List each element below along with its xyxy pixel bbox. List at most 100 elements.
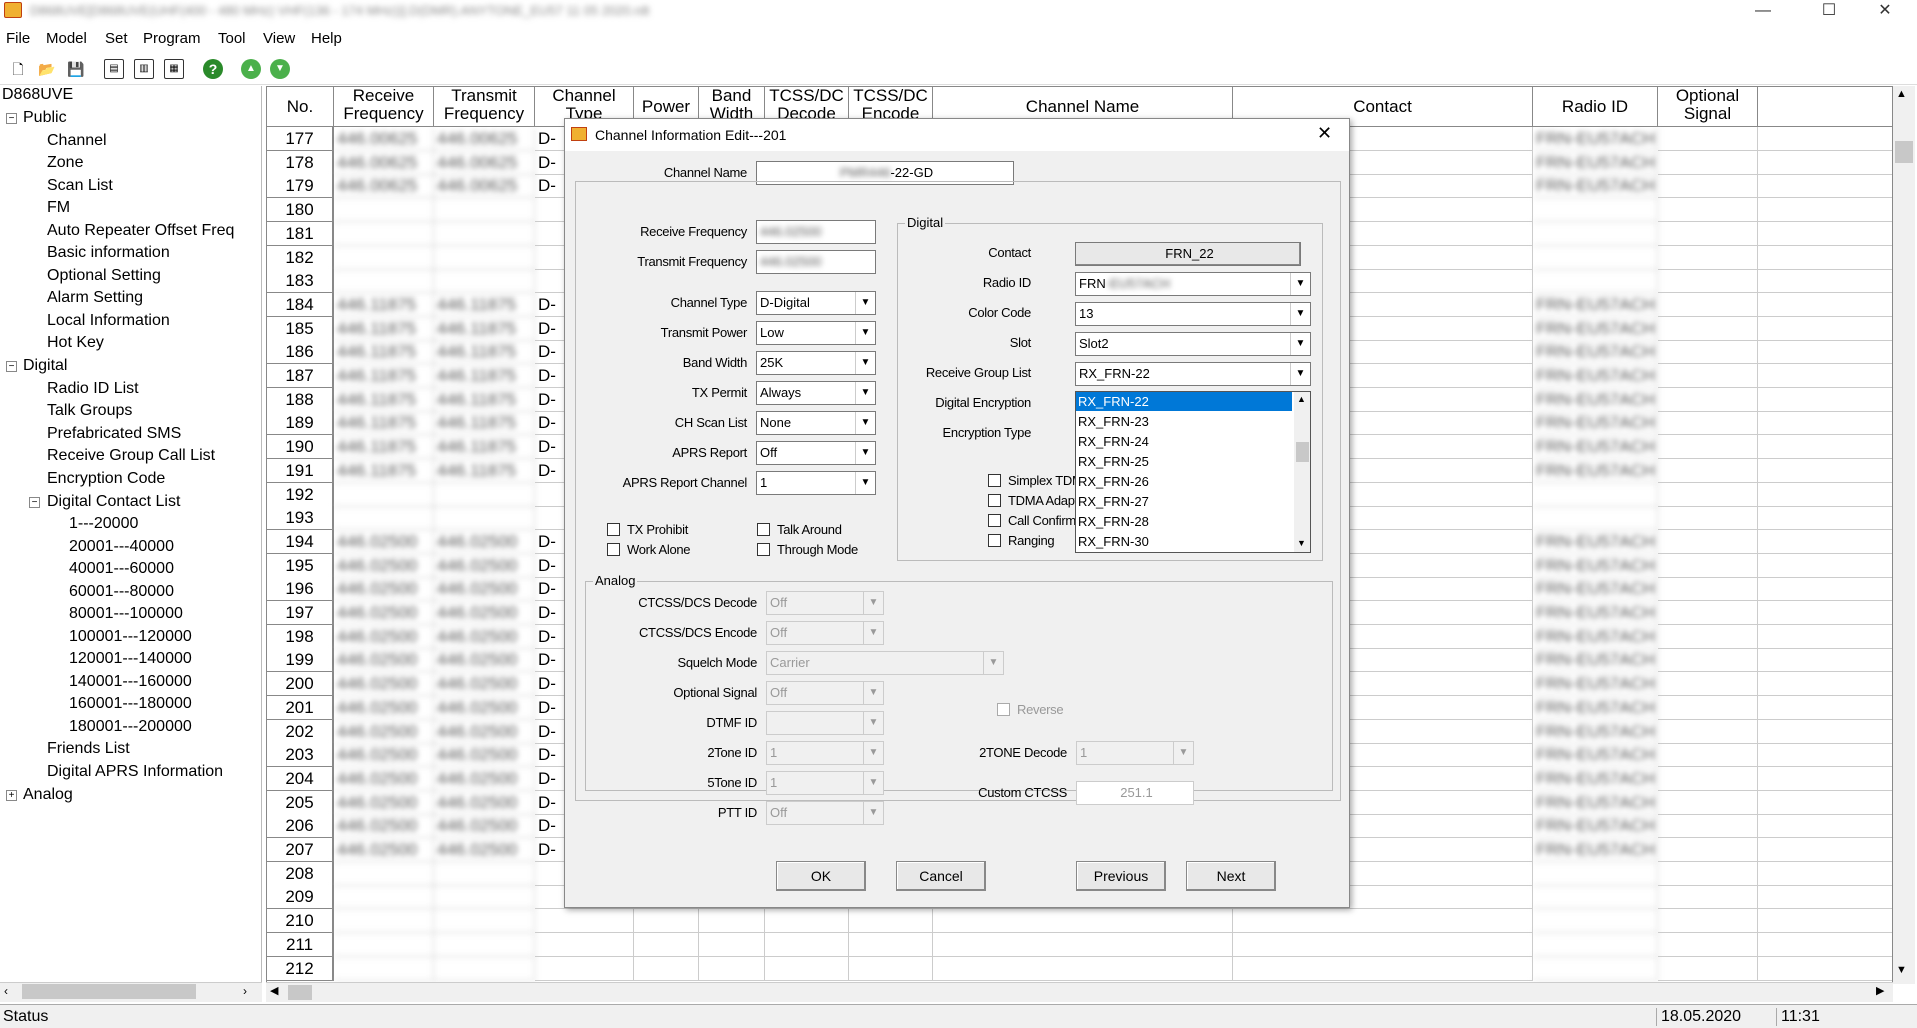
cell-tcss-encode[interactable] bbox=[849, 956, 933, 981]
cell-rx[interactable]: 446.00625 bbox=[334, 150, 434, 175]
tree-root[interactable]: D868UVE bbox=[2, 86, 73, 104]
row-number[interactable]: 191 bbox=[267, 458, 334, 483]
tree-item-contact-range[interactable]: 100001---120000 bbox=[69, 628, 192, 646]
cell-radio-id[interactable] bbox=[1533, 269, 1658, 294]
cell-tx[interactable] bbox=[434, 221, 535, 246]
cell-extra[interactable] bbox=[1758, 459, 1892, 483]
tree-item-local-info[interactable]: Local Information bbox=[47, 312, 170, 330]
chevron-down-icon[interactable]: ▼ bbox=[855, 442, 875, 464]
dropdown-scroll-thumb[interactable] bbox=[1296, 442, 1309, 462]
cell-radio-id[interactable]: FRN-EU57ACH bbox=[1533, 838, 1658, 862]
cell-rx[interactable] bbox=[334, 245, 434, 270]
cell-extra[interactable] bbox=[1758, 767, 1892, 791]
cell-optional-signal[interactable] bbox=[1658, 790, 1758, 815]
cell-extra[interactable] bbox=[1758, 933, 1892, 957]
cell-radio-id[interactable]: FRN-EU57ACH bbox=[1533, 719, 1658, 744]
cell-extra[interactable] bbox=[1758, 364, 1892, 388]
cell-rx[interactable]: 446.11875 bbox=[334, 458, 434, 483]
row-number[interactable]: 200 bbox=[267, 672, 334, 697]
cell-tx[interactable] bbox=[434, 932, 535, 957]
cell-extra[interactable] bbox=[1758, 648, 1892, 673]
tree-item-radio-id-list[interactable]: Radio ID List bbox=[47, 380, 139, 398]
dropdown-option[interactable]: RX_FRN-25 bbox=[1076, 452, 1292, 471]
tree-item-contact-range[interactable]: 120001---140000 bbox=[69, 650, 192, 668]
cancel-button[interactable]: Cancel bbox=[896, 861, 986, 891]
cell-rx[interactable] bbox=[334, 269, 434, 294]
next-button[interactable]: Next bbox=[1186, 861, 1276, 891]
tree-item-contact-range[interactable]: 140001---160000 bbox=[69, 673, 192, 691]
cell-tx[interactable]: 446.11875 bbox=[434, 340, 535, 365]
cell-contact[interactable] bbox=[1233, 909, 1533, 934]
cell-type[interactable] bbox=[535, 932, 634, 957]
cell-tx[interactable] bbox=[434, 506, 535, 531]
move-down-icon[interactable]: ▼ bbox=[270, 59, 290, 79]
cell-contact[interactable] bbox=[1233, 932, 1533, 957]
cell-radio-id[interactable]: FRN-EU57ACH bbox=[1533, 387, 1658, 412]
tree-item-basic-info[interactable]: Basic information bbox=[47, 244, 170, 262]
cell-radio-id[interactable] bbox=[1533, 956, 1658, 981]
chevron-down-icon[interactable]: ▼ bbox=[863, 622, 883, 644]
cell-extra[interactable] bbox=[1758, 293, 1892, 317]
cell-rx[interactable]: 446.02500 bbox=[334, 577, 434, 602]
cell-rx[interactable]: 446.00625 bbox=[334, 174, 434, 199]
cell-extra[interactable] bbox=[1758, 151, 1892, 175]
cell-extra[interactable] bbox=[1758, 814, 1892, 839]
cell-tx[interactable]: 446.00625 bbox=[434, 127, 535, 151]
scroll-down-icon[interactable]: ▼ bbox=[1896, 964, 1907, 976]
chevron-down-icon[interactable]: ▼ bbox=[863, 802, 883, 824]
cell-optional-signal[interactable] bbox=[1658, 909, 1758, 934]
cell-radio-id[interactable]: FRN-EU57ACH bbox=[1533, 743, 1658, 768]
chevron-down-icon[interactable]: ▼ bbox=[863, 592, 883, 614]
tree-item-friends-list[interactable]: Friends List bbox=[47, 740, 130, 758]
menu-program[interactable]: Program bbox=[143, 30, 201, 47]
row-number[interactable]: 177 bbox=[267, 127, 334, 151]
cell-radio-id[interactable]: FRN-EU57ACH bbox=[1533, 174, 1658, 199]
cell-radio-id[interactable]: FRN-EU57ACH bbox=[1533, 672, 1658, 697]
tree-item-talk-groups[interactable]: Talk Groups bbox=[47, 402, 132, 420]
rx-group-list-select[interactable]: RX_FRN-22 ▼ bbox=[1075, 362, 1311, 386]
cell-tx[interactable]: 446.02500 bbox=[434, 601, 535, 625]
cell-rx[interactable]: 446.02500 bbox=[334, 672, 434, 697]
cell-extra[interactable] bbox=[1758, 269, 1892, 294]
cell-power[interactable] bbox=[634, 956, 699, 981]
cell-extra[interactable] bbox=[1758, 862, 1892, 886]
cell-extra[interactable] bbox=[1758, 909, 1892, 934]
cell-optional-signal[interactable] bbox=[1658, 956, 1758, 981]
dtmf-id-select[interactable]: ▼ bbox=[766, 711, 884, 735]
cell-radio-id[interactable]: FRN-EU57ACH bbox=[1533, 553, 1658, 578]
cell-tx[interactable] bbox=[434, 198, 535, 223]
cell-extra[interactable] bbox=[1758, 435, 1892, 460]
cell-power[interactable] bbox=[634, 909, 699, 934]
tree-item-auto-repeater[interactable]: Auto Repeater Offset Freq bbox=[47, 222, 234, 240]
col-header-tx[interactable]: Transmit Frequency bbox=[434, 87, 535, 127]
aprs-report-select[interactable]: Off ▼ bbox=[756, 441, 876, 465]
cell-band[interactable] bbox=[699, 956, 765, 981]
row-number[interactable]: 204 bbox=[267, 766, 334, 791]
cell-tx[interactable]: 446.02500 bbox=[434, 577, 535, 602]
cell-tx[interactable] bbox=[434, 885, 535, 910]
cell-rx[interactable] bbox=[334, 221, 434, 246]
cell-radio-id[interactable]: FRN-EU57ACH bbox=[1533, 529, 1658, 554]
cell-power[interactable] bbox=[634, 932, 699, 957]
cell-rx[interactable]: 446.11875 bbox=[334, 292, 434, 317]
tx-permit-select[interactable]: Always ▼ bbox=[756, 381, 876, 405]
channel-type-select[interactable]: D-Digital ▼ bbox=[756, 291, 876, 315]
cell-rx[interactable]: 446.11875 bbox=[334, 340, 434, 365]
grid-horizontal-scrollbar[interactable]: ◀ ▶ bbox=[266, 982, 1893, 1002]
cell-rx[interactable]: 446.11875 bbox=[334, 316, 434, 341]
minimize-button[interactable]: — bbox=[1740, 0, 1786, 22]
cell-rx[interactable] bbox=[334, 506, 434, 531]
dropdown-option[interactable]: RX_FRN-30 bbox=[1076, 532, 1292, 551]
tree-public[interactable]: Public bbox=[23, 109, 67, 127]
row-number[interactable]: 206 bbox=[267, 814, 334, 839]
cell-radio-id[interactable] bbox=[1533, 885, 1658, 910]
row-number[interactable]: 192 bbox=[267, 482, 334, 507]
cell-optional-signal[interactable] bbox=[1658, 624, 1758, 649]
tree-item-digital-contact-list[interactable]: Digital Contact List bbox=[47, 493, 180, 511]
cell-optional-signal[interactable] bbox=[1658, 506, 1758, 531]
cell-channel-name[interactable] bbox=[933, 909, 1233, 934]
cell-rx[interactable] bbox=[334, 861, 434, 886]
chevron-down-icon[interactable]: ▼ bbox=[1290, 363, 1310, 385]
cell-optional-signal[interactable] bbox=[1658, 245, 1758, 270]
cell-tx[interactable]: 446.02500 bbox=[434, 695, 535, 720]
